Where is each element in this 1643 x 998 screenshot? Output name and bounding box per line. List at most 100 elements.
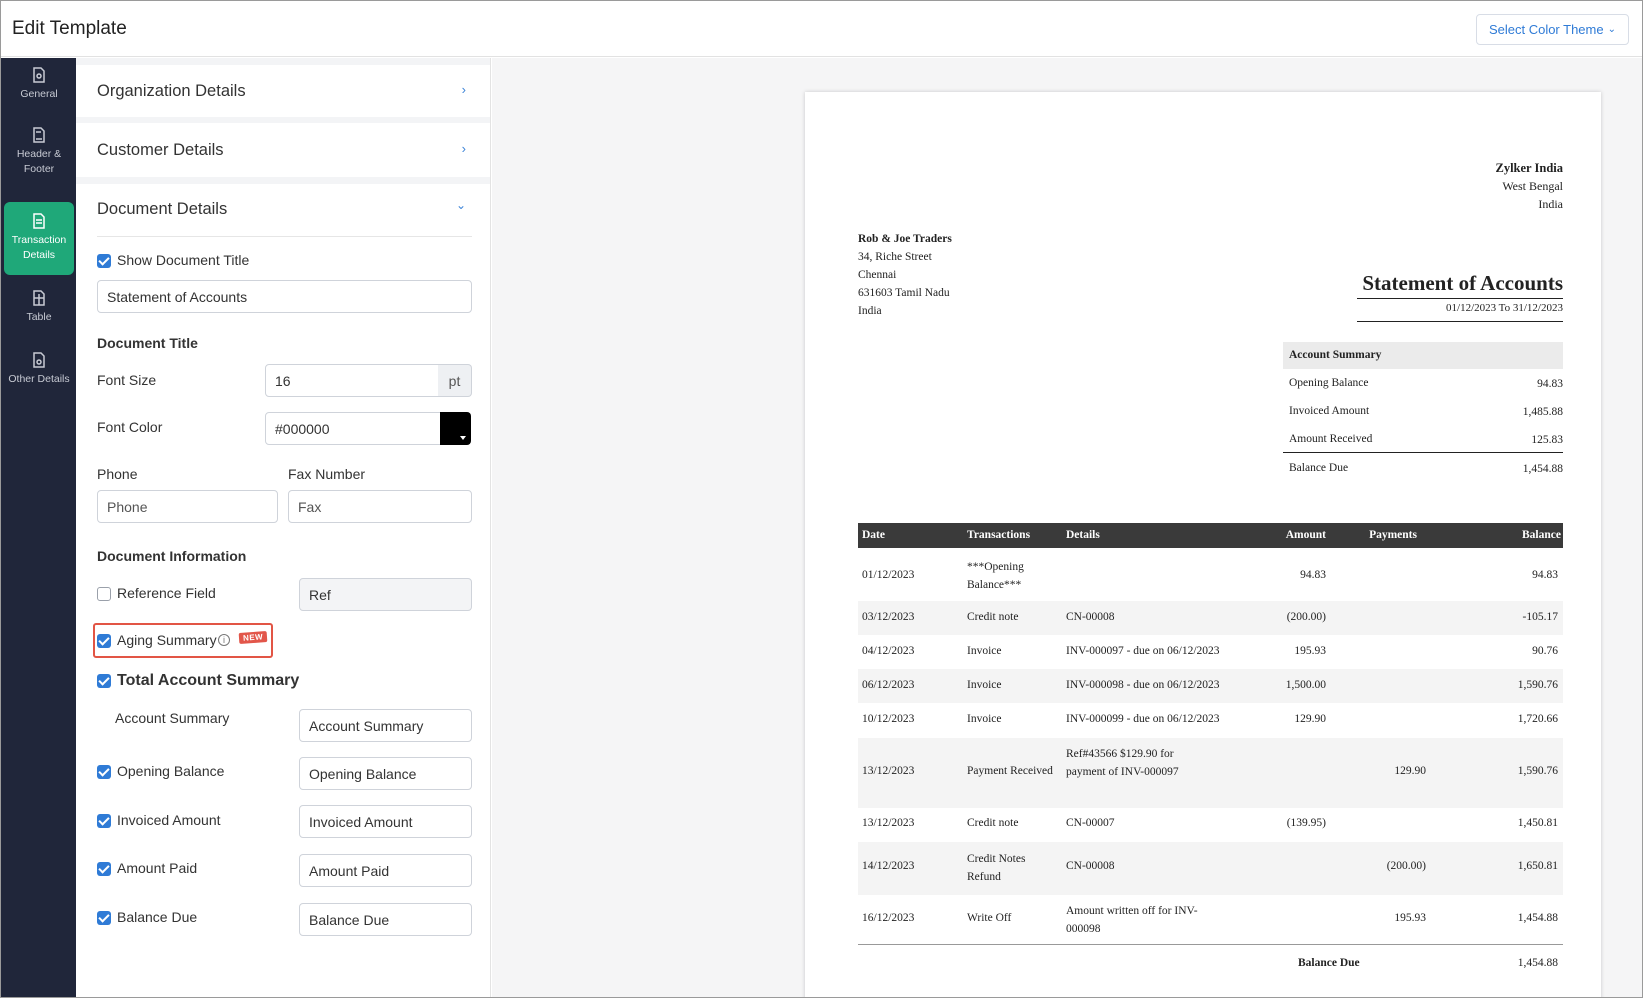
nav-label: Transaction Details — [11, 234, 67, 261]
table-cell-details: CN-00008 — [1066, 611, 1115, 623]
accordion-title[interactable]: Document Details — [97, 200, 227, 219]
title-underline — [1357, 298, 1563, 299]
font-color-swatch[interactable] — [440, 412, 471, 445]
org-address-line: West Bengal — [1502, 179, 1563, 193]
aging-summary-checkbox[interactable] — [97, 634, 111, 648]
account-summary-input[interactable]: Account Summary — [299, 709, 472, 742]
table-cell-date: 01/12/2023 — [862, 569, 915, 581]
customer-address-line: Chennai — [858, 269, 897, 281]
new-badge: NEW — [238, 631, 268, 644]
font-size-label: Font Size — [97, 372, 157, 388]
nav-item-table[interactable]: Table — [4, 289, 74, 334]
org-address-line: India — [1538, 197, 1563, 211]
nav-label: Table — [26, 311, 52, 323]
table-cell-transaction: Credit note — [967, 817, 1019, 829]
fax-input[interactable]: Fax — [288, 490, 472, 523]
column-header-date: Date — [862, 529, 885, 541]
table-cell-date: 13/12/2023 — [862, 765, 915, 777]
table-cell-balance: 1,590.76 — [1517, 765, 1558, 777]
accordion-organization-details[interactable]: Organization Details › — [76, 65, 490, 117]
settings-panel: Organization Details › Customer Details … — [76, 58, 491, 997]
table-cell-balance: 1,450.81 — [1517, 817, 1558, 829]
document-information-heading: Document Information — [97, 548, 247, 564]
column-header-details: Details — [1066, 529, 1100, 541]
summary-label: Amount Received — [1289, 433, 1373, 445]
statement-sheet: Zylker India West Bengal India Rob & Joe… — [805, 92, 1601, 997]
nav-item-header-footer[interactable]: Header & Footer — [4, 126, 74, 186]
table-cell-balance: 1,650.81 — [1517, 860, 1558, 872]
font-size-unit: pt — [438, 364, 472, 397]
reference-field-input[interactable]: Ref — [299, 578, 472, 611]
chevron-right-icon: › — [461, 82, 466, 97]
settings-panel-content: Organization Details › Customer Details … — [76, 58, 490, 997]
accordion-customer-details[interactable]: Customer Details › — [76, 123, 490, 177]
table-cell-balance: 1,590.76 — [1517, 679, 1558, 691]
nav-label: Header & Footer — [16, 148, 62, 175]
table-cell-details: INV-000098 - due on 06/12/2023 — [1066, 679, 1220, 691]
statement-title: Statement of Accounts — [1362, 271, 1563, 295]
table-cell-balance: 1,454.88 — [1517, 912, 1558, 924]
show-document-title-label: Show Document Title — [117, 252, 250, 268]
table-cell-transaction: Payment Received — [967, 765, 1053, 777]
accordion-title: Customer Details — [97, 141, 224, 159]
table-cell-transaction: Write Off — [967, 912, 1012, 924]
chevron-down-icon[interactable]: ⌄ — [456, 198, 466, 212]
document-gear-icon — [33, 67, 45, 83]
document-title-input[interactable]: Statement of Accounts — [97, 280, 472, 313]
opening-balance-checkbox[interactable] — [97, 765, 111, 779]
table-cell-transaction: Credit note — [967, 611, 1019, 623]
theme-button-label: Select Color Theme — [1488, 22, 1604, 37]
summary-label: Balance Due — [1289, 462, 1349, 474]
document-icon — [33, 127, 45, 143]
org-name: Zylker India — [1495, 161, 1564, 175]
transactions-table-header — [858, 523, 1563, 548]
fax-number-label: Fax Number — [288, 466, 366, 482]
customer-name: Rob & Joe Traders — [858, 233, 952, 245]
invoiced-amount-checkbox[interactable] — [97, 814, 111, 828]
period-underline — [1357, 321, 1563, 322]
table-row-band — [858, 842, 1563, 895]
table-cell-transaction: Credit Notes Refund — [967, 853, 1026, 883]
table-cell-date: 06/12/2023 — [862, 679, 915, 691]
summary-value: 94.83 — [1537, 378, 1563, 390]
opening-balance-input[interactable]: Opening Balance — [299, 757, 472, 790]
accordion-title: Organization Details — [97, 82, 246, 100]
info-icon[interactable]: i — [218, 634, 230, 646]
amount-paid-input[interactable]: Amount Paid — [299, 854, 472, 887]
amount-paid-label: Amount Paid — [117, 860, 198, 876]
customer-address-line: 34, Riche Street — [858, 251, 932, 263]
footer-balance-due-label: Balance Due — [1298, 957, 1360, 969]
table-cell-amount: 129.90 — [1294, 713, 1326, 725]
column-header-balance: Balance — [1522, 529, 1561, 541]
table-cell-balance: -105.17 — [1522, 611, 1558, 623]
total-account-summary-checkbox[interactable] — [97, 674, 111, 688]
table-cell-date: 03/12/2023 — [862, 611, 915, 623]
divider — [76, 58, 490, 65]
font-size-input[interactable]: 16 — [265, 364, 439, 397]
table-cell-details: INV-000099 - due on 06/12/2023 — [1066, 713, 1220, 725]
table-cell-transaction: Invoice — [967, 645, 1002, 657]
invoiced-amount-input[interactable]: Invoiced Amount — [299, 805, 472, 838]
reference-field-checkbox[interactable] — [97, 587, 111, 601]
table-cell-payments: 129.90 — [1394, 765, 1426, 777]
page-title: Edit Template — [12, 18, 127, 39]
nav-item-general[interactable]: General — [4, 66, 74, 116]
customer-address-line: 631603 Tamil Nadu — [858, 287, 950, 299]
chevron-right-icon: › — [461, 141, 466, 156]
amount-paid-checkbox[interactable] — [97, 862, 111, 876]
balance-due-input[interactable]: Balance Due — [299, 903, 472, 936]
table-row-band — [858, 601, 1563, 635]
table-cell-date: 10/12/2023 — [862, 713, 915, 725]
nav-item-other-details[interactable]: Other Details — [4, 351, 74, 396]
font-color-input[interactable]: #000000 — [265, 412, 441, 445]
app-window: Edit Template Select Color Theme ⌄ Gener… — [0, 0, 1643, 998]
balance-due-checkbox[interactable] — [97, 911, 111, 925]
show-document-title-checkbox[interactable] — [97, 254, 111, 268]
table-cell-amount: (200.00) — [1286, 611, 1326, 623]
phone-input[interactable]: Phone — [97, 490, 278, 523]
statement-period: 01/12/2023 To 31/12/2023 — [1446, 302, 1563, 314]
summary-value: 1,485.88 — [1522, 406, 1563, 418]
nav-item-transaction-details[interactable]: Transaction Details — [4, 202, 74, 275]
summary-divider — [1283, 452, 1563, 453]
select-color-theme-button[interactable]: Select Color Theme ⌄ — [1475, 14, 1629, 45]
